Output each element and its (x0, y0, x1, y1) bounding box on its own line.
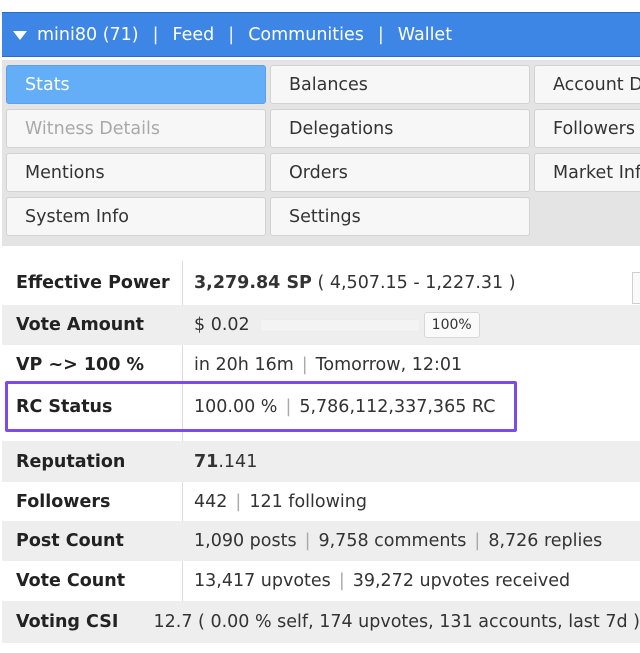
tab-stats[interactable]: Stats (6, 65, 266, 104)
tab-witness-details: Witness Details (6, 109, 266, 148)
nav-separator: | (152, 24, 159, 45)
row-vote-amount: Vote Amount $ 0.02 100% (2, 305, 640, 345)
effective-power-detail: ( 4,507.15 - 1,227.31 ) (317, 273, 516, 293)
scroll-edge (632, 272, 640, 304)
tab-mentions[interactable]: Mentions (6, 153, 266, 192)
post-count-comments: 9,758 comments (318, 531, 467, 551)
value-separator: | (474, 531, 481, 551)
row-effective-power: Effective Power 3,279.84 SP ( 4,507.15 -… (2, 261, 640, 305)
nav-feed-link[interactable]: Feed (173, 25, 215, 45)
tab-orders[interactable]: Orders (270, 153, 530, 192)
post-count-replies: 8,726 replies (488, 531, 603, 551)
vote-weight-slider[interactable] (259, 318, 420, 332)
value-separator: | (235, 491, 242, 512)
row-value: 71.141 (180, 452, 640, 472)
nav-separator: | (377, 24, 384, 45)
tab-delegations[interactable]: Delegations (270, 109, 530, 148)
row-value: in 20h 16m | Tomorrow, 12:01 (180, 355, 640, 375)
row-value: 12.7 ( 0.00 % self, 174 upvotes, 131 acc… (153, 612, 640, 632)
caret-down-icon[interactable] (13, 31, 27, 40)
rc-status-highlight (5, 381, 517, 432)
row-reputation: Reputation 71.141 (2, 441, 640, 482)
tab-grid: Stats Balances Account De Witness Detail… (2, 60, 640, 246)
row-value: 442 | 121 following (180, 492, 640, 512)
following-count: 121 following (249, 491, 367, 512)
vp-time: in 20h 16m (194, 355, 294, 375)
nav-user[interactable]: mini80 (71) (37, 25, 139, 45)
row-label: VP ~> 100 % (16, 355, 145, 375)
post-count-posts: 1,090 posts (194, 531, 297, 551)
row-value: $ 0.02 100% (180, 312, 640, 338)
row-label: Effective Power (16, 273, 170, 293)
value-separator: | (338, 571, 345, 591)
row-label: Post Count (16, 531, 124, 551)
top-nav-bar: mini80 (71) | Feed | Communities | Walle… (2, 12, 640, 57)
vote-count-received: 39,272 upvotes received (352, 571, 571, 591)
nav-separator: | (228, 24, 235, 45)
tab-balances[interactable]: Balances (270, 65, 530, 104)
value-separator: | (304, 531, 311, 551)
row-followers: Followers 442 | 121 following (2, 482, 640, 521)
row-value: 13,417 upvotes | 39,272 upvotes received (180, 571, 640, 591)
effective-power-value: 3,279.84 SP (194, 273, 312, 293)
tab-followers[interactable]: Followers (534, 109, 640, 148)
tab-system-info[interactable]: System Info (6, 197, 266, 236)
vote-amount-value: $ 0.02 (194, 315, 250, 335)
row-label: Reputation (16, 451, 126, 472)
row-value: 3,279.84 SP ( 4,507.15 - 1,227.31 ) (180, 273, 640, 293)
vp-when: Tomorrow, 12:01 (315, 355, 463, 375)
row-voting-csi: Voting CSI 12.7 ( 0.00 % self, 174 upvot… (2, 601, 640, 643)
nav-communities-link[interactable]: Communities (248, 25, 364, 45)
reputation-fraction: .141 (218, 451, 258, 472)
row-label: Vote Amount (16, 315, 145, 335)
vote-percent-badge[interactable]: 100% (423, 312, 480, 338)
row-vp: VP ~> 100 % in 20h 16m | Tomorrow, 12:01 (2, 345, 640, 385)
row-label: Followers (16, 491, 111, 512)
tab-market-info[interactable]: Market Info (534, 153, 640, 192)
reputation-whole: 71 (194, 451, 219, 472)
row-label: Vote Count (16, 571, 126, 591)
row-value: 1,090 posts | 9,758 comments | 8,726 replies (180, 531, 640, 551)
followers-count: 442 (194, 491, 228, 512)
row-post-count: Post Count 1,090 posts | 9,758 comments | 8,… (2, 521, 640, 561)
tab-account-details[interactable]: Account De (534, 65, 640, 104)
row-label: Voting CSI (16, 612, 119, 632)
tab-settings[interactable]: Settings (270, 197, 530, 236)
vote-count-upvotes: 13,417 upvotes (194, 571, 331, 591)
row-vote-count: Vote Count 13,417 upvotes | 39,272 upvotes… (2, 561, 640, 601)
nav-wallet-link[interactable]: Wallet (398, 25, 452, 45)
value-separator: | (301, 355, 308, 375)
